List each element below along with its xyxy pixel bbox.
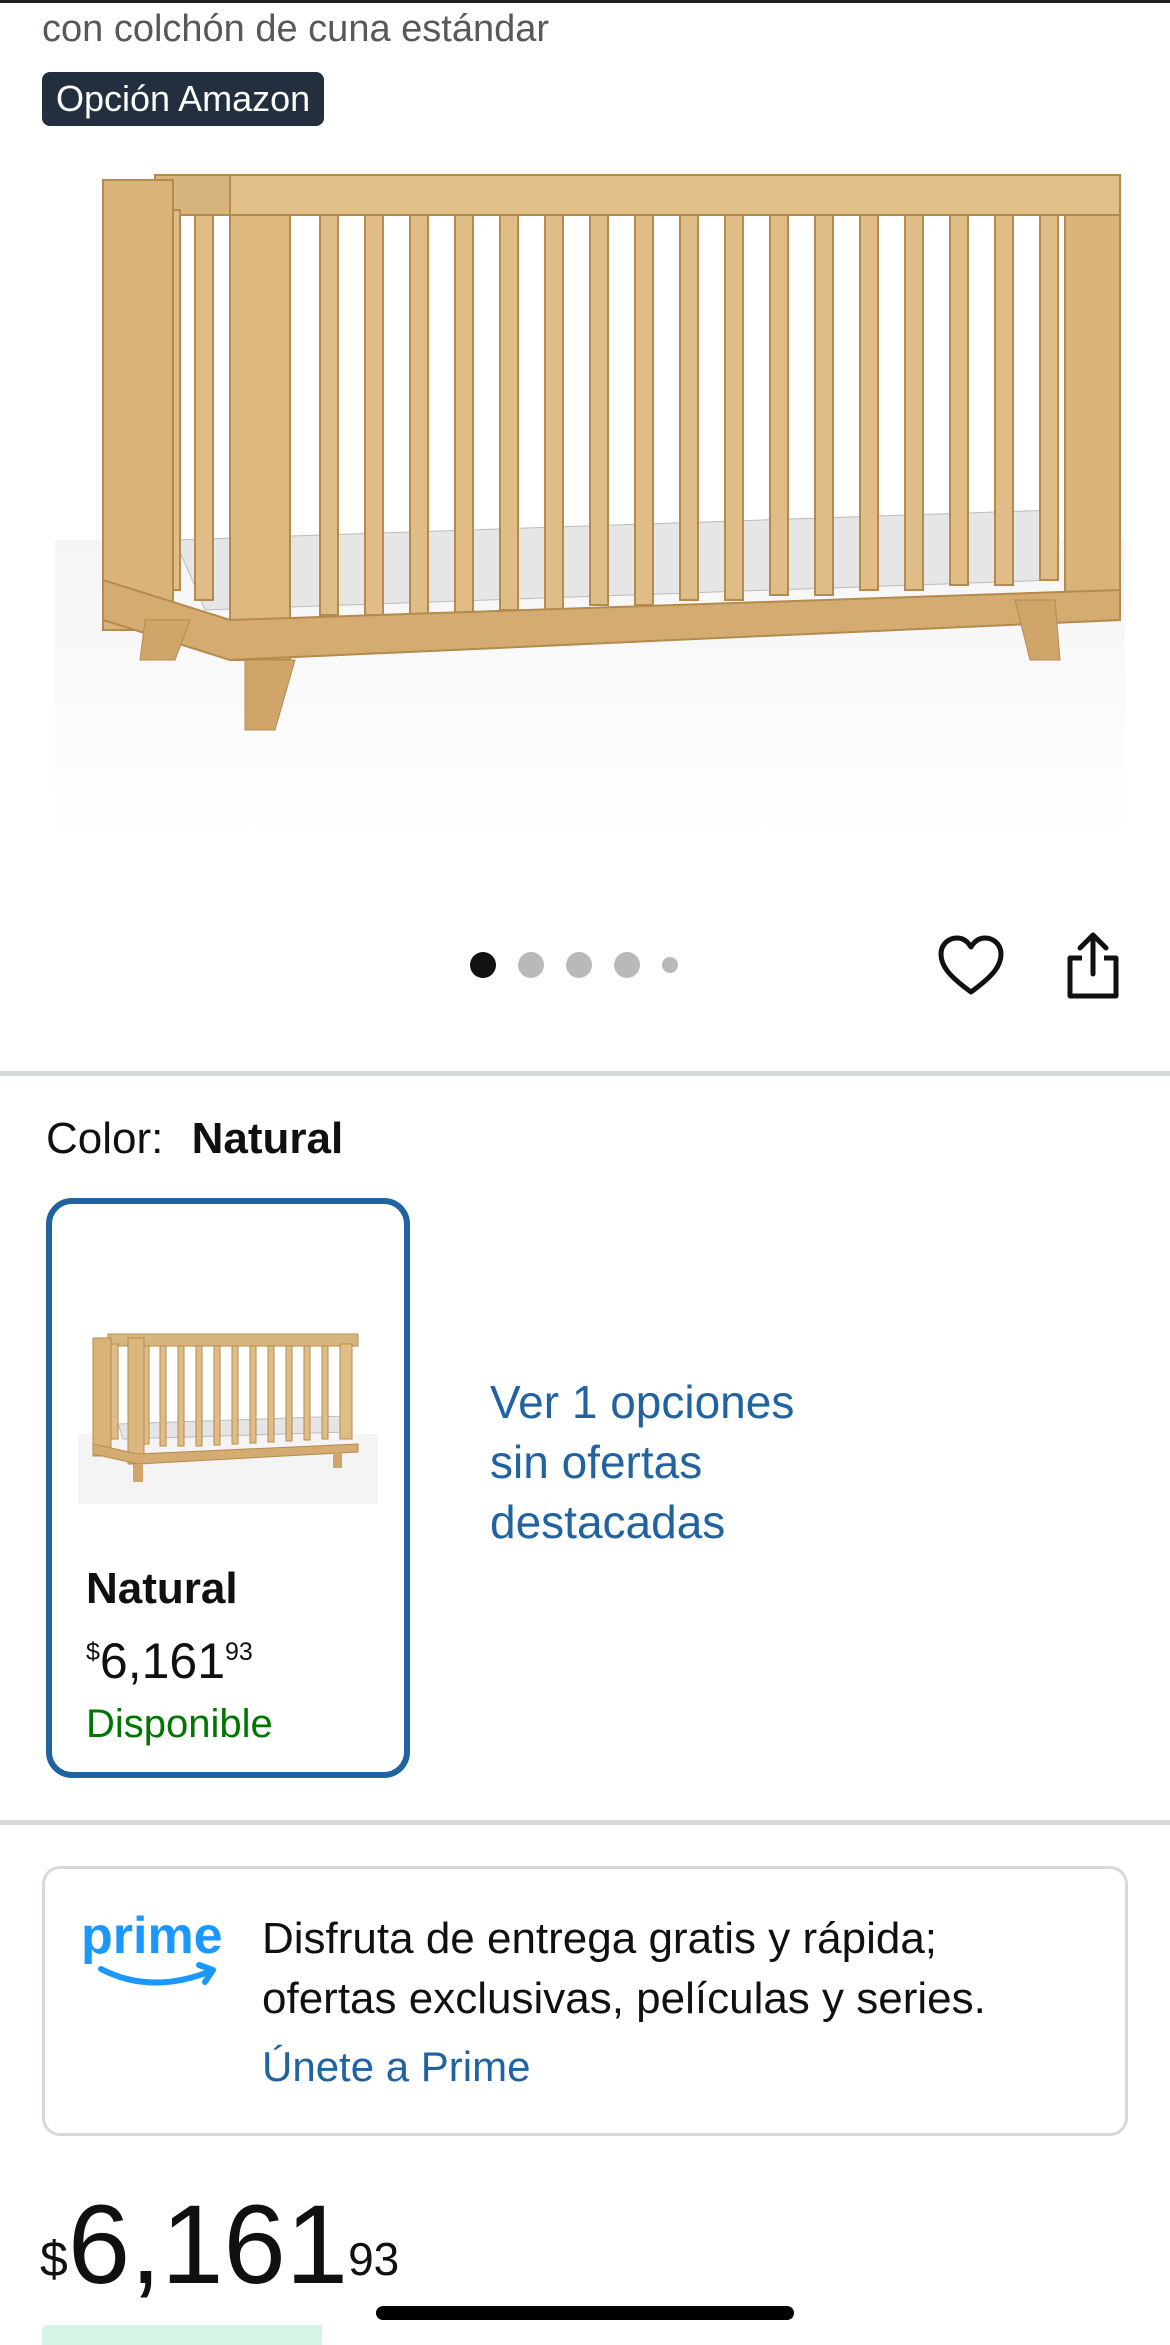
swatch-availability: Disponible bbox=[86, 1702, 273, 1746]
color-selector-label: Color: Natural bbox=[46, 1114, 343, 1164]
selected-color: Natural bbox=[191, 1114, 344, 1163]
section-divider bbox=[0, 1820, 1170, 1825]
prime-promo-text: Disfruta de entrega gratis y rápida; ofe… bbox=[262, 1914, 986, 2023]
carousel-dot-3[interactable] bbox=[566, 952, 592, 978]
swatch-price: $6,16193 bbox=[86, 1632, 253, 1690]
color-swatch-natural[interactable]: Natural $6,16193 Disponible bbox=[46, 1198, 410, 1778]
carousel-dot-4[interactable] bbox=[614, 952, 640, 978]
amazon-choice-badge[interactable]: Opción Amazon bbox=[42, 72, 325, 126]
price-cents: 93 bbox=[348, 2233, 400, 2285]
price-currency: $ bbox=[40, 2231, 68, 2287]
prime-logo: prime bbox=[81, 1909, 223, 1986]
color-label: Color: bbox=[46, 1114, 164, 1163]
carousel-dot-2[interactable] bbox=[518, 952, 544, 978]
swatch-currency: $ bbox=[86, 1638, 100, 1667]
top-edge bbox=[0, 0, 1170, 3]
home-indicator[interactable] bbox=[376, 2306, 794, 2320]
section-divider bbox=[0, 1071, 1170, 1076]
share-icon[interactable] bbox=[1060, 930, 1126, 1002]
swatch-thumbnail bbox=[78, 1333, 378, 1504]
prime-promo-card[interactable]: prime Disfruta de entrega gratis y rápid… bbox=[42, 1866, 1128, 2136]
deal-badge-strip bbox=[42, 2325, 322, 2345]
image-carousel-dots[interactable] bbox=[470, 952, 678, 978]
product-subtitle: con colchón de cuna estándar bbox=[42, 8, 550, 50]
product-image[interactable] bbox=[55, 160, 1125, 840]
carousel-dot-1[interactable] bbox=[470, 952, 496, 978]
svg-text:prime: prime bbox=[81, 1909, 223, 1965]
swatch-price-cents: 93 bbox=[225, 1638, 253, 1667]
heart-icon[interactable] bbox=[935, 930, 1007, 1002]
product-price: $6,16193 bbox=[40, 2180, 399, 2310]
see-more-options-link[interactable]: Ver 1 opciones sin ofertas destacadas bbox=[490, 1372, 810, 1552]
carousel-dot-5[interactable] bbox=[662, 957, 678, 973]
swatch-name: Natural bbox=[86, 1564, 238, 1613]
swatch-price-whole: 6,161 bbox=[99, 1633, 226, 1689]
price-whole: 6,161 bbox=[67, 2182, 349, 2307]
join-prime-link[interactable]: Únete a Prime bbox=[262, 2043, 530, 2091]
